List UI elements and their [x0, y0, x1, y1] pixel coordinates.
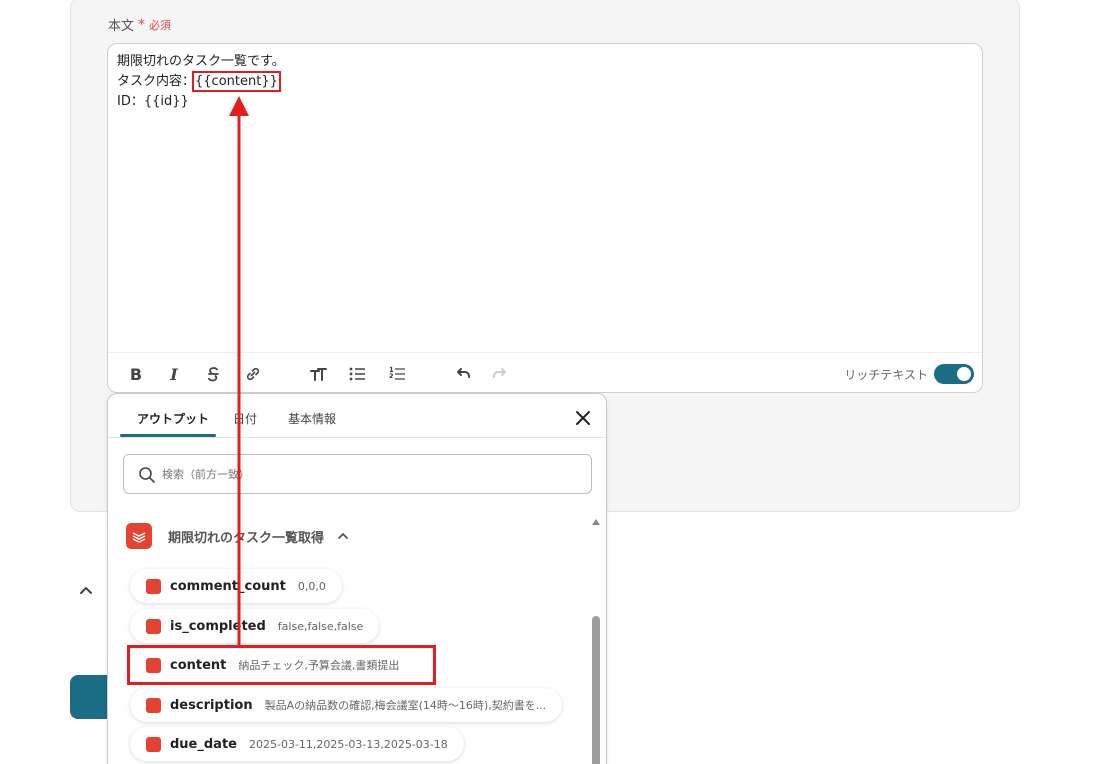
item-value: 0,0,0 [297, 579, 326, 593]
close-icon[interactable] [573, 408, 593, 428]
required-text: 必須 [149, 18, 172, 32]
todoist-icon [146, 736, 161, 752]
body-field-label: 本文 * 必須 [108, 15, 172, 35]
editor-toolbar: B I リッチテキスト [108, 352, 982, 392]
search-input[interactable] [162, 464, 572, 484]
popup-tabs: アウトプット 日付 基本情報 [108, 394, 606, 438]
scroll-up-arrow-icon[interactable] [591, 518, 601, 526]
item-key: is_completed [170, 618, 266, 634]
toggle-knob [957, 367, 971, 381]
body-label-text: 本文 [108, 19, 135, 34]
editor-content[interactable]: 期限切れのタスク一覧です。 タスク内容：{{content}} ID：{{id}… [117, 52, 285, 112]
strikethrough-icon [208, 367, 219, 382]
section-title: 期限切れのタスク一覧取得 [168, 530, 325, 546]
chevron-up-icon[interactable] [78, 582, 94, 598]
content-variable-token[interactable]: {{content}} [192, 71, 281, 92]
tab-basic-info[interactable]: 基本情報 [288, 410, 336, 427]
required-star: * [138, 16, 146, 33]
tab-date[interactable]: 日付 [233, 410, 257, 427]
search-icon [139, 467, 155, 483]
editor-line-3: ID：{{id}} [117, 94, 189, 109]
numbered-list-icon [389, 366, 405, 380]
todoist-icon [146, 697, 161, 713]
output-item-comment-count[interactable]: comment_count 0,0,0 [130, 569, 342, 603]
todoist-icon [146, 578, 161, 594]
todoist-logo-icon [126, 523, 152, 549]
link-button[interactable] [241, 362, 265, 386]
italic-button[interactable]: I [162, 362, 186, 386]
active-tab-indicator [120, 434, 216, 437]
numbered-list-button[interactable] [385, 362, 409, 386]
item-value: 2025-03-11,2025-03-13,2025-03-18 [249, 737, 448, 751]
strikethrough-button[interactable] [201, 362, 225, 386]
output-item-description[interactable]: description 製品Aの納品数の確認,梅会議室(14時〜16時),契約書… [130, 688, 563, 722]
bullet-list-button[interactable] [345, 362, 369, 386]
output-item-is-completed[interactable]: is_completed false,false,false [130, 609, 380, 643]
link-icon [246, 367, 260, 381]
section-header[interactable]: 期限切れのタスク一覧取得 [126, 522, 350, 550]
font-size-button[interactable] [306, 362, 330, 386]
output-picker-popup: アウトプット 日付 基本情報 期限切れのタスク一覧取得 comment_coun… [107, 393, 607, 764]
output-item-due-date[interactable]: due_date 2025-03-11,2025-03-13,2025-03-1… [130, 727, 464, 761]
text-size-icon [310, 368, 327, 381]
bullet-list-icon [349, 367, 365, 381]
body-editor[interactable]: 期限切れのタスク一覧です。 タスク内容：{{content}} ID：{{id}… [107, 43, 983, 393]
search-box [123, 454, 592, 494]
item-key: comment_count [170, 578, 286, 594]
editor-line-1: 期限切れのタスク一覧です。 [117, 54, 285, 69]
redo-button[interactable] [489, 362, 513, 386]
item-value: 納品チェック,予算会議,書類提出 [238, 659, 400, 672]
redo-icon [493, 368, 506, 378]
chevron-up-icon[interactable] [336, 529, 350, 543]
item-value: 製品Aの納品数の確認,梅会議室(14時〜16時),契約書を... [264, 699, 547, 712]
undo-button[interactable] [450, 362, 474, 386]
bold-button[interactable]: B [124, 362, 148, 386]
item-key: content [170, 657, 227, 673]
undo-icon [457, 368, 470, 378]
todoist-icon [146, 657, 161, 673]
item-value: false,false,false [277, 619, 364, 633]
todoist-icon [146, 618, 161, 634]
item-key: due_date [170, 736, 237, 752]
rich-text-toggle[interactable] [934, 364, 974, 384]
editor-line-2-text: タスク内容： [117, 74, 196, 89]
scrollbar-thumb[interactable] [592, 616, 600, 764]
rich-text-label: リッチテキスト [844, 368, 928, 382]
output-item-content[interactable]: content 納品チェック,予算会議,書類提出 [127, 645, 436, 685]
tab-output[interactable]: アウトプット [137, 410, 209, 427]
editor-line-2: タスク内容：{{content}} [117, 71, 285, 92]
item-key: description [170, 697, 253, 713]
